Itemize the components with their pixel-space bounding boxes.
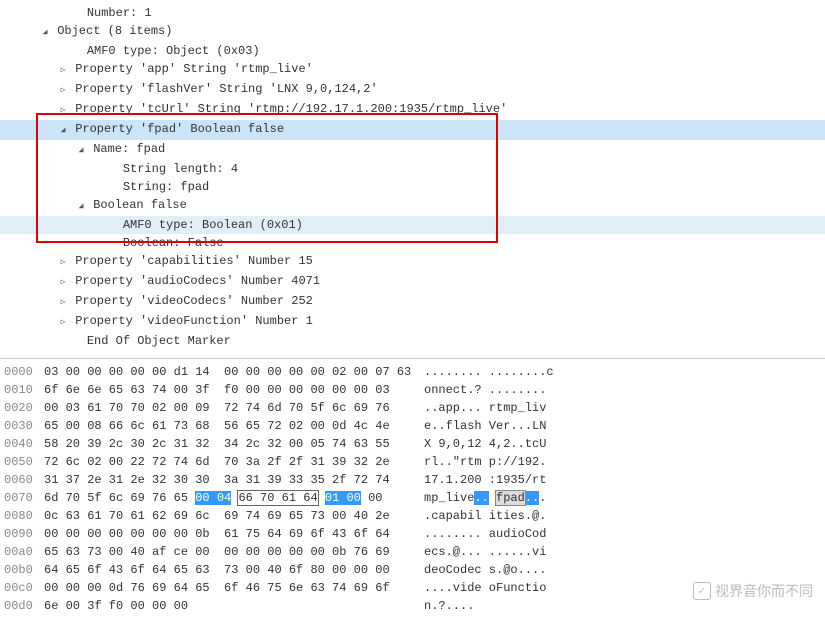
hex-ascii: ........ ........c: [424, 363, 554, 381]
hex-offset: 0050: [4, 453, 44, 471]
hex-offset: 0070: [4, 489, 44, 507]
hex-highlight-length: 00 04: [195, 491, 231, 505]
hex-highlight-string: 66 70 61 64: [238, 491, 317, 505]
tree-item-capabilities[interactable]: Property 'capabilities' Number 15: [0, 252, 825, 272]
hex-offset: 00b0: [4, 561, 44, 579]
hex-ascii: deoCodec s.@o....: [424, 561, 546, 579]
hex-highlight-bool: 01 00: [325, 491, 361, 505]
expand-icon[interactable]: [76, 196, 86, 216]
hex-ascii: rl.."rtm p://192.: [424, 453, 546, 471]
hex-ascii: ..app... rtmp_liv: [424, 399, 546, 417]
tree-item-audiocodecs[interactable]: Property 'audioCodecs' Number 4071: [0, 272, 825, 292]
collapse-icon[interactable]: [58, 60, 68, 80]
hex-bytes: 6f 6e 6e 65 63 74 00 3f f0 00 00 00 00 0…: [44, 381, 424, 399]
tree-item[interactable]: Number: 1: [0, 4, 825, 22]
hex-offset: 0040: [4, 435, 44, 453]
hex-ascii: ........ audioCod: [424, 525, 546, 543]
collapse-icon[interactable]: [58, 272, 68, 292]
collapse-icon[interactable]: [58, 80, 68, 100]
hex-ascii: mp_live.. fpad...: [424, 489, 546, 507]
hex-row[interactable]: 00800c 63 61 70 61 62 69 6c 69 74 69 65 …: [0, 507, 825, 525]
tree-item-videofunction[interactable]: Property 'videoFunction' Number 1: [0, 312, 825, 332]
hex-offset: 0060: [4, 471, 44, 489]
hex-offset: 00a0: [4, 543, 44, 561]
hex-row[interactable]: 006031 37 2e 31 2e 32 30 30 3a 31 39 33 …: [0, 471, 825, 489]
expand-icon[interactable]: [40, 22, 50, 42]
tree-item[interactable]: String length: 4: [0, 160, 825, 178]
hex-bytes: 64 65 6f 43 6f 64 65 63 73 00 40 6f 80 0…: [44, 561, 424, 579]
tree-item-name[interactable]: Name: fpad: [0, 140, 825, 160]
hex-bytes: 0c 63 61 70 61 62 69 6c 69 74 69 65 73 0…: [44, 507, 424, 525]
collapse-icon[interactable]: [58, 252, 68, 272]
tree-item-end[interactable]: End Of Object Marker: [0, 332, 825, 350]
hex-bytes: 58 20 39 2c 30 2c 31 32 34 2c 32 00 05 7…: [44, 435, 424, 453]
hex-ascii: ecs.@... ......vi: [424, 543, 546, 561]
hex-bytes: 72 6c 02 00 22 72 74 6d 70 3a 2f 2f 31 3…: [44, 453, 424, 471]
hex-ascii: e..flash Ver...LN: [424, 417, 546, 435]
tree-item[interactable]: String: fpad: [0, 178, 825, 196]
hex-dump: 000003 00 00 00 00 00 d1 14 00 00 00 00 …: [0, 358, 825, 619]
hex-offset: 0080: [4, 507, 44, 525]
hex-bytes: 00 00 00 00 00 00 00 0b 61 75 64 69 6f 4…: [44, 525, 424, 543]
tree-item-videocodecs[interactable]: Property 'videoCodecs' Number 252: [0, 292, 825, 312]
hex-ascii: onnect.? ........: [424, 381, 546, 399]
watermark: ✓ 视界音你而不同: [693, 581, 813, 601]
wechat-icon: ✓: [693, 582, 711, 600]
hex-bytes: 65 00 08 66 6c 61 73 68 56 65 72 02 00 0…: [44, 417, 424, 435]
hex-offset: 0020: [4, 399, 44, 417]
packet-tree: Number: 1 Object (8 items) AMF0 type: Ob…: [0, 0, 825, 358]
tree-item-bool[interactable]: Boolean false: [0, 196, 825, 216]
tree-item[interactable]: Boolean: False: [0, 234, 825, 252]
hex-bytes: 6e 00 3f f0 00 00 00: [44, 597, 424, 615]
hex-row[interactable]: 00106f 6e 6e 65 63 74 00 3f f0 00 00 00 …: [0, 381, 825, 399]
hex-row[interactable]: 00b064 65 6f 43 6f 64 65 63 73 00 40 6f …: [0, 561, 825, 579]
hex-bytes: 65 63 73 00 40 af ce 00 00 00 00 00 00 0…: [44, 543, 424, 561]
expand-icon[interactable]: [58, 120, 68, 140]
hex-row[interactable]: 00a065 63 73 00 40 af ce 00 00 00 00 00 …: [0, 543, 825, 561]
hex-offset: 0000: [4, 363, 44, 381]
hex-row[interactable]: 009000 00 00 00 00 00 00 0b 61 75 64 69 …: [0, 525, 825, 543]
tree-item-app[interactable]: Property 'app' String 'rtmp_live': [0, 60, 825, 80]
hex-row[interactable]: 002000 03 61 70 70 02 00 09 72 74 6d 70 …: [0, 399, 825, 417]
collapse-icon[interactable]: [58, 312, 68, 332]
hex-row[interactable]: 004058 20 39 2c 30 2c 31 32 34 2c 32 00 …: [0, 435, 825, 453]
hex-row-highlighted[interactable]: 0070 6d 70 5f 6c 69 76 65 00 04 66 70 61…: [0, 489, 825, 507]
expand-icon[interactable]: [76, 140, 86, 160]
hex-bytes: 00 00 00 0d 76 69 64 65 6f 46 75 6e 63 7…: [44, 579, 424, 597]
tree-item-tcurl[interactable]: Property 'tcUrl' String 'rtmp://192.17.1…: [0, 100, 825, 120]
tree-item-flashver[interactable]: Property 'flashVer' String 'LNX 9,0,124,…: [0, 80, 825, 100]
hex-offset: 0030: [4, 417, 44, 435]
hex-ascii: .capabil ities.@.: [424, 507, 546, 525]
tree-item-fpad[interactable]: Property 'fpad' Boolean false: [0, 120, 825, 140]
hex-ascii: n.?....: [424, 597, 482, 615]
collapse-icon[interactable]: [58, 292, 68, 312]
hex-row[interactable]: 000003 00 00 00 00 00 d1 14 00 00 00 00 …: [0, 363, 825, 381]
hex-row[interactable]: 003065 00 08 66 6c 61 73 68 56 65 72 02 …: [0, 417, 825, 435]
hex-bytes: 6d 70 5f 6c 69 76 65 00 04 66 70 61 64 0…: [44, 489, 424, 507]
hex-row[interactable]: 005072 6c 02 00 22 72 74 6d 70 3a 2f 2f …: [0, 453, 825, 471]
hex-bytes: 31 37 2e 31 2e 32 30 30 3a 31 39 33 35 2…: [44, 471, 424, 489]
hex-offset: 00c0: [4, 579, 44, 597]
hex-offset: 0010: [4, 381, 44, 399]
hex-ascii: X 9,0,12 4,2..tcU: [424, 435, 546, 453]
hex-bytes: 00 03 61 70 70 02 00 09 72 74 6d 70 5f 6…: [44, 399, 424, 417]
tree-item-amf0bool[interactable]: AMF0 type: Boolean (0x01): [0, 216, 825, 234]
hex-bytes: 03 00 00 00 00 00 d1 14 00 00 00 00 00 0…: [44, 363, 424, 381]
tree-item[interactable]: AMF0 type: Object (0x03): [0, 42, 825, 60]
hex-offset: 00d0: [4, 597, 44, 615]
collapse-icon[interactable]: [58, 100, 68, 120]
hex-ascii: 17.1.200 :1935/rt: [424, 471, 546, 489]
hex-offset: 0090: [4, 525, 44, 543]
tree-item-object[interactable]: Object (8 items): [0, 22, 825, 42]
hex-ascii: ....vide oFunctio: [424, 579, 546, 597]
